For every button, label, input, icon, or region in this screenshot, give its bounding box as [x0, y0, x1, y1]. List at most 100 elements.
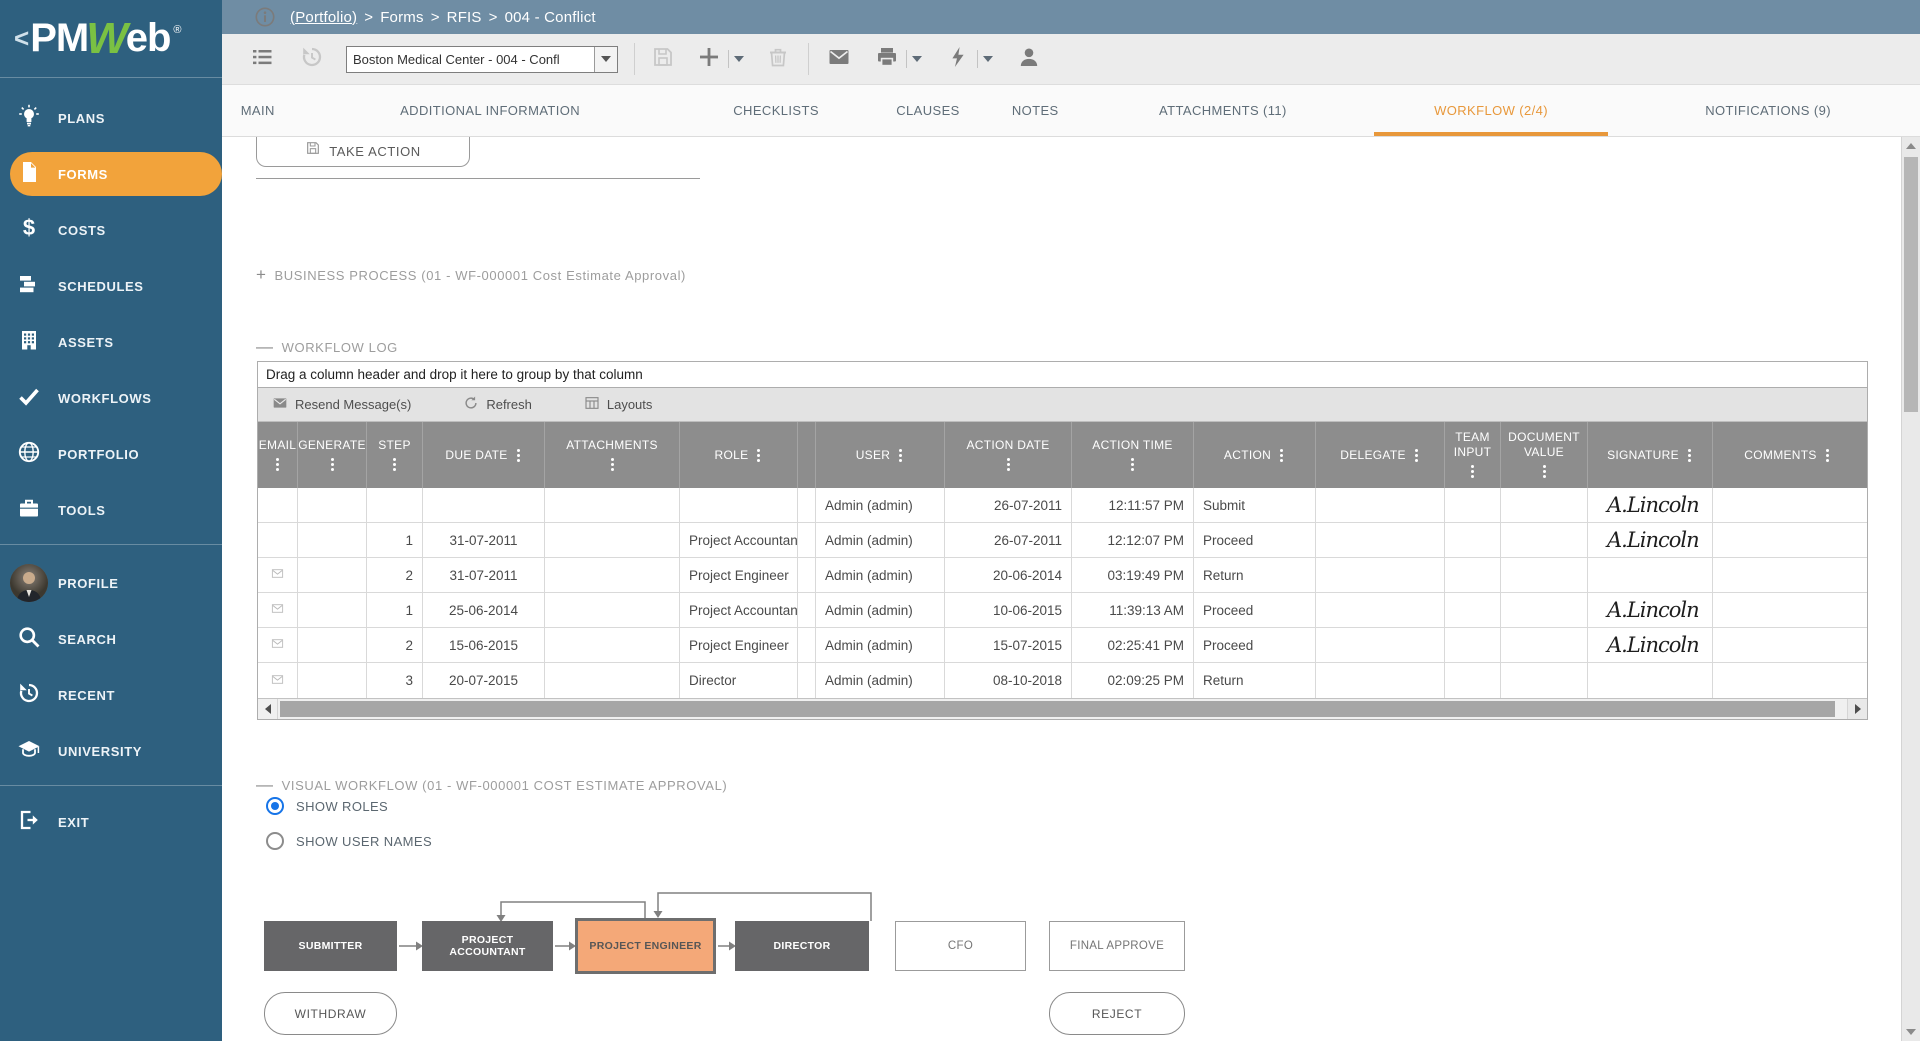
column-header-action_time[interactable]: ACTION TIME	[1072, 422, 1194, 488]
table-row[interactable]: 131-07-2011Project AccountantAdmin (admi…	[258, 523, 1867, 558]
column-menu-icon[interactable]	[1129, 456, 1136, 473]
column-header-comments[interactable]: COMMENTS	[1713, 422, 1862, 488]
scroll-down-arrow[interactable]	[1902, 1023, 1920, 1041]
grid-group-hint[interactable]: Drag a column header and drop it here to…	[258, 362, 1867, 388]
workflow-node-cfo[interactable]: CFO	[895, 921, 1026, 971]
tab-clauses[interactable]: CLAUSES	[865, 85, 990, 136]
scrollbar-thumb[interactable]	[280, 701, 1835, 717]
sidebar-item-recent[interactable]: RECENT	[0, 667, 222, 723]
column-header-action[interactable]: ACTION	[1194, 422, 1316, 488]
scrollbar-thumb[interactable]	[1904, 157, 1918, 412]
workflow-log-section-header[interactable]: — WORKFLOW LOG	[256, 337, 398, 357]
toolbar-mail-icon[interactable]	[827, 45, 851, 74]
record-selector-value[interactable]: Boston Medical Center - 004 - Confl	[347, 47, 594, 72]
table-row[interactable]: 320-07-2015DirectorAdmin (admin)08-10-20…	[258, 663, 1867, 698]
radio-button[interactable]	[266, 797, 284, 815]
column-header-generate[interactable]: GENERATE	[298, 422, 367, 488]
tab-workflow-2-4[interactable]: WORKFLOW (2/4)	[1366, 85, 1616, 136]
business-process-section-header[interactable]: + BUSINESS PROCESS (01 - WF-000001 Cost …	[256, 265, 686, 285]
column-header-delegate[interactable]: DELEGATE	[1316, 422, 1445, 488]
view-option-show-roles[interactable]: SHOW ROLES	[266, 797, 388, 815]
column-menu-icon[interactable]	[1686, 447, 1693, 464]
toolbar-numbered-list-icon[interactable]	[250, 45, 274, 74]
table-row[interactable]: 231-07-2011Project EngineerAdmin (admin)…	[258, 558, 1867, 593]
table-row[interactable]: Admin (admin)26-07-201112:11:57 PMSubmit…	[258, 488, 1867, 523]
info-icon[interactable]	[254, 6, 276, 28]
sidebar-item-schedules[interactable]: SCHEDULES	[0, 258, 222, 314]
page-vertical-scrollbar[interactable]	[1901, 137, 1920, 1041]
column-menu-icon[interactable]	[1278, 447, 1285, 464]
view-option-show-user-names[interactable]: SHOW USER NAMES	[266, 832, 432, 850]
take-action-button[interactable]: TAKE ACTION	[256, 137, 470, 167]
record-selector-dropdown-button[interactable]	[594, 47, 617, 72]
toolbar-dropdown-caret[interactable]	[906, 50, 922, 68]
workflow-node-director[interactable]: DIRECTOR	[735, 921, 869, 971]
workflow-node-project-engineer[interactable]: PROJECT ENGINEER	[575, 918, 716, 974]
column-header-attachments[interactable]: ATTACHMENTS	[545, 422, 680, 488]
visual-workflow-section-header[interactable]: — VISUAL WORKFLOW (01 - WF-000001 COST E…	[256, 775, 727, 795]
sidebar-item-exit[interactable]: EXIT	[0, 794, 222, 850]
column-header-email[interactable]: EMAIL	[258, 422, 298, 488]
breadcrumb-segment[interactable]: (Portfolio)	[290, 9, 357, 26]
toolbar-dropdown-caret[interactable]	[977, 50, 993, 68]
tab-checklists[interactable]: CHECKLISTS	[687, 85, 866, 136]
workflow-node-submitter[interactable]: SUBMITTER	[264, 921, 397, 971]
column-header-team_input[interactable]: TEAM INPUT	[1445, 422, 1501, 488]
column-header-step[interactable]: STEP	[367, 422, 423, 488]
column-header-signature[interactable]: SIGNATURE	[1588, 422, 1713, 488]
sidebar-item-plans[interactable]: PLANS	[0, 90, 222, 146]
expand-icon[interactable]: +	[256, 265, 267, 285]
column-menu-icon[interactable]	[1005, 456, 1012, 473]
column-header-due_date[interactable]: DUE DATE	[423, 422, 545, 488]
toolbar-lightning-icon[interactable]	[946, 45, 993, 74]
workflow-node-project-accountant[interactable]: PROJECT ACCOUNTANT	[422, 921, 553, 971]
toolbar-dropdown-caret[interactable]	[728, 50, 744, 68]
reject-button[interactable]: REJECT	[1049, 992, 1185, 1035]
column-menu-icon[interactable]	[1469, 463, 1476, 480]
column-menu-icon[interactable]	[897, 447, 904, 464]
column-menu-icon[interactable]	[274, 456, 281, 473]
table-row[interactable]: 215-06-2015Project EngineerAdmin (admin)…	[258, 628, 1867, 663]
pmweb-logo[interactable]: <PMWeb®	[0, 0, 222, 78]
sidebar-item-tools[interactable]: TOOLS	[0, 482, 222, 538]
radio-button[interactable]	[266, 832, 284, 850]
toolbar-print-icon[interactable]	[875, 45, 922, 74]
column-header-action_date[interactable]: ACTION DATE	[945, 422, 1072, 488]
column-menu-icon[interactable]	[1413, 447, 1420, 464]
sidebar-item-search[interactable]: SEARCH	[0, 611, 222, 667]
grid-action-layouts[interactable]: Layouts	[584, 395, 653, 414]
scroll-up-arrow[interactable]	[1902, 137, 1920, 155]
column-menu-icon[interactable]	[609, 456, 616, 473]
column-menu-icon[interactable]	[1541, 463, 1548, 480]
sidebar-item-forms[interactable]: FORMS	[0, 146, 222, 202]
column-header-role[interactable]: ROLE	[680, 422, 798, 488]
column-menu-icon[interactable]	[391, 456, 398, 473]
sidebar-item-profile[interactable]: PROFILE	[0, 555, 222, 611]
grid-action-refresh[interactable]: Refresh	[463, 395, 532, 414]
tab-notifications-9[interactable]: NOTIFICATIONS (9)	[1616, 85, 1920, 136]
table-row[interactable]: 125-06-2014Project AccountantAdmin (admi…	[258, 593, 1867, 628]
tab-additional-information[interactable]: ADDITIONAL INFORMATION	[294, 85, 687, 136]
collapse-icon[interactable]: —	[256, 337, 274, 357]
toolbar-plus-icon[interactable]	[697, 45, 744, 74]
sidebar-item-costs[interactable]: $COSTS	[0, 202, 222, 258]
column-menu-icon[interactable]	[329, 456, 336, 473]
tab-notes[interactable]: NOTES	[991, 85, 1080, 136]
column-menu-icon[interactable]	[515, 447, 522, 464]
sidebar-item-assets[interactable]: ASSETS	[0, 314, 222, 370]
collapse-icon[interactable]: —	[256, 775, 274, 795]
column-header-document_value[interactable]: DOCUMENT VALUE	[1501, 422, 1588, 488]
withdraw-button[interactable]: WITHDRAW	[264, 992, 397, 1035]
tab-attachments-11[interactable]: ATTACHMENTS (11)	[1080, 85, 1366, 136]
column-menu-icon[interactable]	[1824, 447, 1831, 464]
sidebar-item-university[interactable]: UNIVERSITY	[0, 723, 222, 779]
sidebar-item-portfolio[interactable]: PORTFOLIO	[0, 426, 222, 482]
scroll-right-arrow[interactable]	[1847, 699, 1867, 719]
scroll-left-arrow[interactable]	[258, 699, 278, 719]
grid-action-resend-message-s[interactable]: Resend Message(s)	[272, 395, 411, 414]
toolbar-person-icon[interactable]	[1017, 45, 1041, 74]
column-header-user[interactable]: USER	[816, 422, 945, 488]
tab-main[interactable]: MAIN	[222, 85, 294, 136]
grid-horizontal-scrollbar[interactable]	[258, 698, 1867, 719]
workflow-node-final-approve[interactable]: FINAL APPROVE	[1049, 921, 1185, 971]
